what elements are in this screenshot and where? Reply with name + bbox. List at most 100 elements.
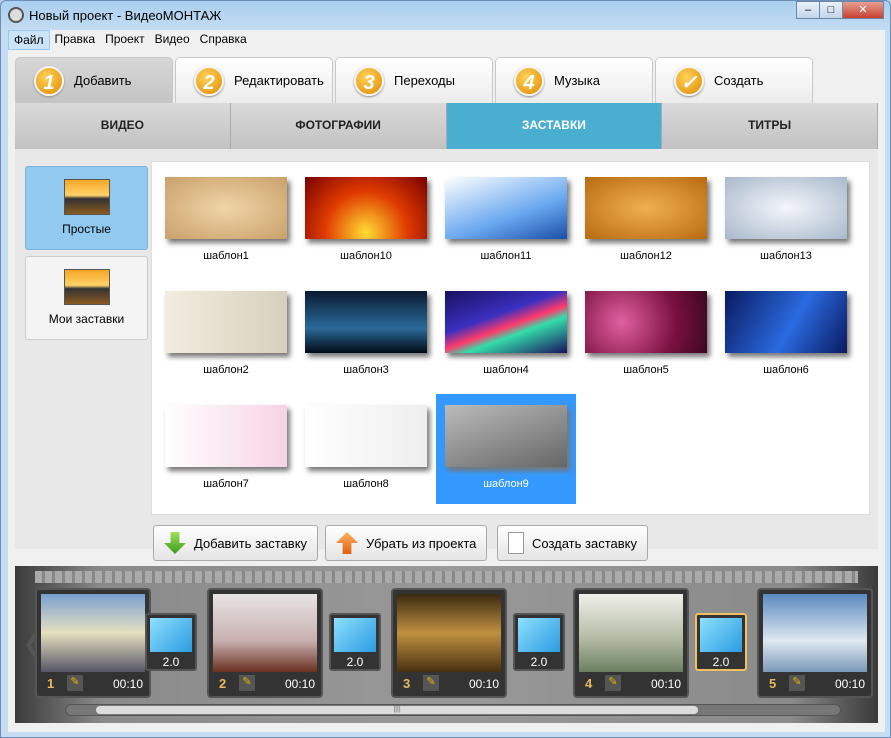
- timeline-clip[interactable]: 2 ✎ 00:10: [207, 588, 323, 698]
- tab-photos[interactable]: ФОТОГРАФИИ: [231, 103, 447, 149]
- arrow-down-icon: [164, 532, 186, 554]
- step-label: Добавить: [74, 73, 132, 88]
- clip-thumbnail: [41, 594, 145, 672]
- clip-thumbnail: [763, 594, 867, 672]
- app-icon: [8, 7, 24, 23]
- timeline: ❮ ❯ |||| 1✎00:102✎00:103✎00:104✎00:105✎0…: [15, 566, 878, 723]
- step-music[interactable]: 4 Музыка: [495, 57, 653, 103]
- timeline-clip[interactable]: 4 ✎ 00:10: [573, 588, 689, 698]
- step-label: Редактировать: [234, 73, 324, 88]
- template-item[interactable]: шаблон3: [296, 280, 436, 390]
- remove-from-project-button[interactable]: Убрать из проекта: [325, 525, 488, 561]
- close-button[interactable]: ✕: [842, 1, 884, 19]
- step-edit[interactable]: 2 Редактировать: [175, 57, 333, 103]
- button-label: Добавить заставку: [194, 535, 308, 551]
- tab-titles[interactable]: ТИТРЫ: [662, 103, 878, 149]
- timeline-clip[interactable]: 5 ✎ 00:10: [757, 588, 873, 698]
- tab-video[interactable]: ВИДЕО: [15, 103, 231, 149]
- timeline-transition[interactable]: 2.0: [329, 613, 381, 671]
- template-label: шаблон10: [340, 250, 392, 262]
- template-thumbnail: [305, 291, 427, 353]
- template-grid: шаблон1 шаблон10 шаблон11 шаблон12 шаблон13 ш…: [151, 161, 870, 515]
- template-item[interactable]: шаблон11: [436, 166, 576, 276]
- template-item[interactable]: шаблон2: [156, 280, 296, 390]
- edit-pencil-icon[interactable]: ✎: [239, 675, 255, 691]
- step-label: Музыка: [554, 73, 600, 88]
- clip-number: 2: [219, 676, 227, 691]
- minimize-button[interactable]: ‒: [796, 1, 820, 19]
- clip-thumbnail: [397, 594, 501, 672]
- category-my-intros[interactable]: Мои заставки: [25, 256, 148, 340]
- template-thumbnail: [445, 405, 567, 467]
- step-create[interactable]: ✓ Создать: [655, 57, 813, 103]
- clip-number: 3: [403, 676, 411, 691]
- template-item[interactable]: шаблон1: [156, 166, 296, 276]
- template-thumbnail: [445, 177, 567, 239]
- step-label: Создать: [714, 73, 764, 88]
- transition-duration: 2.0: [712, 655, 730, 669]
- button-label: Убрать из проекта: [366, 535, 477, 551]
- timeline-transition[interactable]: 2.0: [695, 613, 747, 671]
- step-add[interactable]: 1 Добавить: [15, 57, 173, 103]
- edit-pencil-icon[interactable]: ✎: [789, 675, 805, 691]
- template-label: шаблон6: [763, 364, 809, 376]
- window-title: Новый проект - ВидеоМОНТАЖ: [29, 8, 222, 23]
- menu-edit[interactable]: Правка: [50, 30, 101, 50]
- template-label: шаблон9: [483, 478, 529, 490]
- template-item[interactable]: шаблон4: [436, 280, 576, 390]
- template-item[interactable]: шаблон8: [296, 394, 436, 504]
- step-transitions[interactable]: 3 Переходы: [335, 57, 493, 103]
- category-simple[interactable]: Простые: [25, 166, 148, 250]
- step-number-icon: 2: [194, 65, 224, 96]
- template-thumbnail: [305, 405, 427, 467]
- timeline-transition[interactable]: 2.0: [513, 613, 565, 671]
- timeline-transition[interactable]: 2.0: [145, 613, 197, 671]
- timeline-scrollbar[interactable]: ||||: [65, 704, 841, 716]
- transition-thumbnail: [334, 618, 376, 652]
- checkmark-icon: ✓: [674, 65, 704, 96]
- template-item[interactable]: шаблон9: [436, 394, 576, 504]
- tab-intros[interactable]: ЗАСТАВКИ: [446, 103, 663, 157]
- create-intro-button[interactable]: Создать заставку: [497, 525, 648, 561]
- template-thumbnail: [725, 291, 847, 353]
- template-item[interactable]: шаблон5: [576, 280, 716, 390]
- template-thumbnail: [585, 177, 707, 239]
- template-thumbnail: [165, 177, 287, 239]
- edit-pencil-icon[interactable]: ✎: [423, 675, 439, 691]
- template-thumbnail: [165, 291, 287, 353]
- maximize-button[interactable]: □: [819, 1, 843, 19]
- menu-video[interactable]: Видео: [150, 30, 195, 50]
- category-label: Простые: [62, 222, 111, 236]
- timeline-clip[interactable]: 3 ✎ 00:10: [391, 588, 507, 698]
- template-label: шаблон13: [760, 250, 812, 262]
- template-thumbnail: [445, 291, 567, 353]
- clip-duration: 00:10: [468, 677, 499, 691]
- menu-project[interactable]: Проект: [100, 30, 150, 50]
- template-label: шаблон11: [480, 250, 532, 262]
- menu-file[interactable]: Файл: [8, 30, 50, 50]
- template-item[interactable]: шаблон10: [296, 166, 436, 276]
- scrollbar-thumb[interactable]: ||||: [96, 706, 698, 714]
- clip-thumbnail: [213, 594, 317, 672]
- step-number-icon: 3: [354, 65, 384, 96]
- timeline-clip[interactable]: 1 ✎ 00:10: [35, 588, 151, 698]
- menu-help[interactable]: Справка: [195, 30, 252, 50]
- template-thumbnail: [305, 177, 427, 239]
- app-window: Новый проект - ВидеоМОНТАЖ ‒ □ ✕ Файл Пр…: [0, 0, 891, 738]
- sub-tabs: ВИДЕО ФОТОГРАФИИ ЗАСТАВКИ ТИТРЫ: [15, 103, 878, 157]
- template-thumbnail: [585, 291, 707, 353]
- template-label: шаблон7: [203, 478, 249, 490]
- step-label: Переходы: [394, 73, 455, 88]
- template-item[interactable]: шаблон13: [716, 166, 856, 276]
- template-item[interactable]: шаблон12: [576, 166, 716, 276]
- transition-duration: 2.0: [530, 655, 548, 669]
- template-label: шаблон12: [620, 250, 672, 262]
- arrow-up-icon: [336, 532, 358, 554]
- edit-pencil-icon[interactable]: ✎: [605, 675, 621, 691]
- template-item[interactable]: шаблон7: [156, 394, 296, 504]
- add-intro-button[interactable]: Добавить заставку: [153, 525, 319, 561]
- clip-thumbnail: [579, 594, 683, 672]
- edit-pencil-icon[interactable]: ✎: [67, 675, 83, 691]
- template-item[interactable]: шаблон6: [716, 280, 856, 390]
- film-perforation: [35, 571, 858, 583]
